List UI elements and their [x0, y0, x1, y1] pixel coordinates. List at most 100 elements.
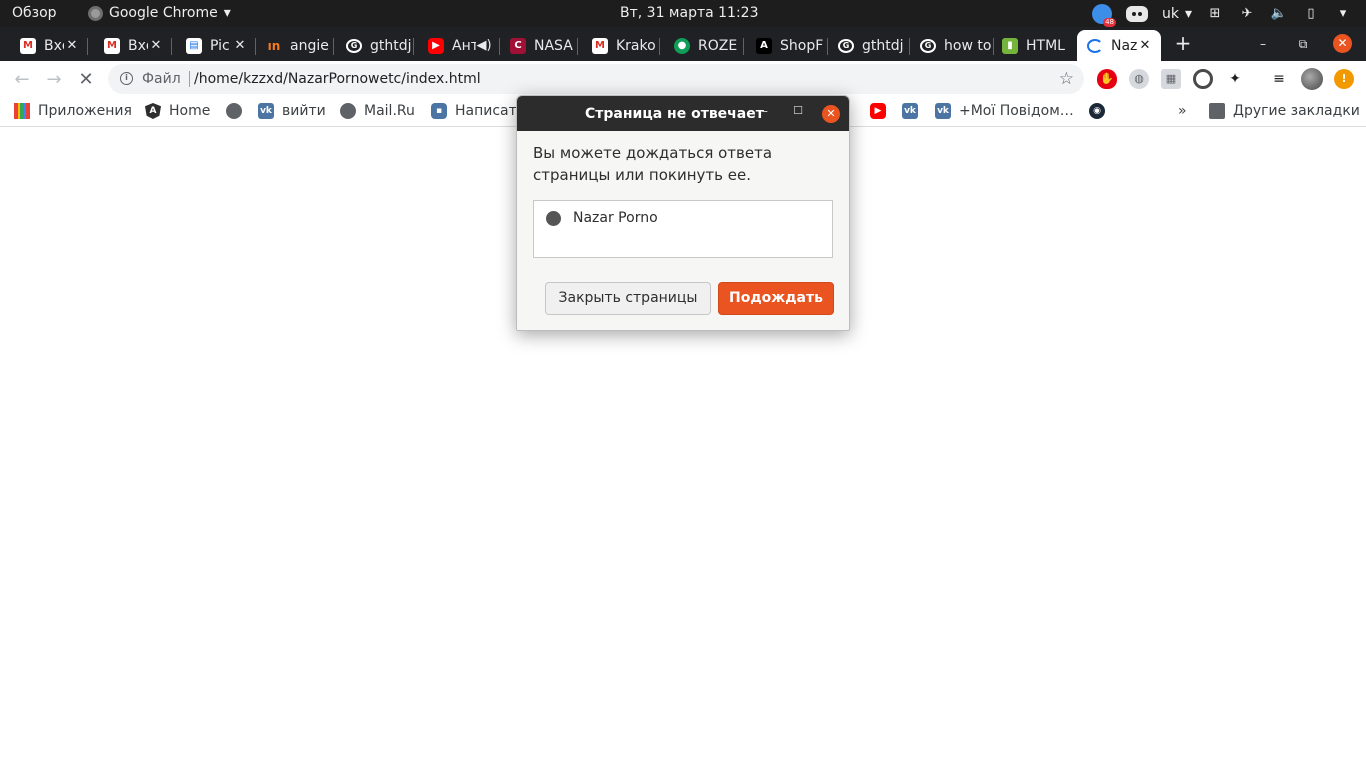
bookmark-notifications[interactable]: vk +Мої Повідом…: [935, 103, 1074, 119]
globe-icon: [226, 103, 242, 119]
tab[interactable]: A ShopF: [736, 30, 828, 61]
bookmark-logout[interactable]: vk вийти: [258, 103, 326, 119]
bookmark-other[interactable]: Другие закладки: [1209, 103, 1360, 119]
bookmark-label: »: [1178, 103, 1187, 119]
tab[interactable]: Ghow to: [900, 30, 994, 61]
wait-button[interactable]: Подождать: [718, 282, 834, 315]
bookmark-label: Другие закладки: [1233, 103, 1360, 119]
tab[interactable]: M Вхо✕: [0, 30, 88, 61]
tab[interactable]: ▶ Ант ◀): [408, 30, 500, 61]
update-warning-icon[interactable]: !: [1334, 69, 1354, 89]
bookmark-star-icon[interactable]: ☆: [1059, 69, 1074, 89]
tab[interactable]: M Вхо✕: [84, 30, 172, 61]
unresponsive-page-list: Nazar Porno: [533, 200, 833, 258]
system-tray: 48 uk ▾ ⊞ ✈ 🔈 ▯ ▾: [1091, 3, 1352, 27]
tab[interactable]: ● ROZE: [654, 30, 744, 61]
tab-close-icon[interactable]: ✕: [64, 38, 80, 53]
back-arrow-icon[interactable]: ←: [11, 69, 33, 91]
vk-icon: vk: [935, 103, 951, 119]
adblock-extension-icon[interactable]: ✋: [1097, 69, 1117, 89]
bookmarks-overflow-button[interactable]: »: [1178, 103, 1187, 119]
airplane-mode-icon[interactable]: ✈: [1238, 5, 1256, 23]
keyboard-layout-indicator[interactable]: uk ▾: [1162, 6, 1192, 22]
address-bar[interactable]: i Файл /home/kzzxd/NazarPornowetc/index.…: [108, 64, 1084, 94]
close-pages-button[interactable]: Закрыть страницы: [545, 282, 711, 315]
dark-mode-extension-icon[interactable]: [1193, 69, 1213, 89]
forward-arrow-icon[interactable]: →: [43, 69, 65, 91]
stop-loading-icon[interactable]: ✕: [75, 69, 97, 91]
green-icon: ●: [674, 37, 690, 54]
new-tab-button[interactable]: +: [1172, 33, 1194, 55]
tab[interactable]: Ggthtdj: [818, 30, 910, 61]
bookmark-apps[interactable]: Приложения: [14, 103, 132, 119]
media-control-icon[interactable]: ≡: [1269, 69, 1289, 89]
tab-title: HTML: [1026, 37, 1065, 54]
bookmark-globe[interactable]: [226, 103, 242, 119]
vk-icon: vk: [258, 103, 274, 119]
battery-icon[interactable]: ▯: [1302, 5, 1320, 23]
doc-icon: ▤: [186, 37, 202, 54]
bookmark-home[interactable]: A Home: [145, 103, 210, 119]
google-icon: G: [346, 38, 362, 53]
dialog-titlebar[interactable]: Страница не отвечает – ☐ ✕: [517, 96, 849, 131]
maximize-icon[interactable]: ☐: [790, 104, 806, 120]
clock[interactable]: Вт, 31 марта 11:23: [620, 5, 758, 21]
tab[interactable]: M Krako: [572, 30, 660, 61]
c-icon: C: [510, 37, 526, 54]
dialog-message: Вы можете дождаться ответа страницы или …: [533, 144, 773, 184]
angular-icon: A: [145, 103, 161, 119]
app-menu-label: Google Chrome: [109, 5, 218, 21]
globe-extension-icon[interactable]: ◍: [1129, 69, 1149, 89]
pattern-extension-icon[interactable]: ▦: [1161, 69, 1181, 89]
discord-icon[interactable]: [1125, 5, 1148, 22]
system-top-bar: Обзор Google Chrome ▾ Вт, 31 марта 11:23…: [0, 0, 1366, 27]
steam-icon: ◉: [1089, 103, 1105, 119]
profile-avatar[interactable]: [1301, 68, 1323, 90]
globe-icon: [340, 103, 356, 119]
address-scheme-label: Файл: [142, 71, 181, 87]
bookmark-label: вийти: [282, 103, 326, 119]
bookmark-write[interactable]: ▪ Написать: [431, 103, 525, 119]
tab[interactable]: ▮ HTML: [982, 30, 1074, 61]
tab[interactable]: Ggthtdj: [326, 30, 414, 61]
tab[interactable]: ▤ Pic ✕: [166, 30, 256, 61]
bookmark-mailru[interactable]: Mail.Ru: [340, 103, 415, 119]
minimize-icon[interactable]: –: [757, 104, 773, 120]
tab-title: Naz: [1111, 37, 1137, 54]
window-close-icon[interactable]: ✕: [1333, 34, 1352, 53]
notification-icon[interactable]: 48: [1091, 3, 1116, 27]
bookmark-vk[interactable]: vk: [902, 103, 918, 119]
bookmark-label: Mail.Ru: [364, 103, 415, 119]
folder-icon: [1209, 103, 1225, 119]
window-minimize-icon[interactable]: –: [1253, 34, 1273, 54]
chevron-down-icon: ▾: [1184, 5, 1192, 22]
page-unresponsive-dialog: Страница не отвечает – ☐ ✕ Вы можете дож…: [516, 95, 850, 331]
tab-active[interactable]: Naz ✕: [1077, 30, 1161, 61]
volume-icon[interactable]: 🔈: [1270, 5, 1288, 23]
gmail-icon: M: [592, 37, 608, 54]
system-menu-chevron-icon[interactable]: ▾: [1334, 5, 1352, 23]
activities-button[interactable]: Обзор: [12, 5, 57, 21]
chevron-down-icon: ▾: [223, 5, 231, 21]
page-item-label: Nazar Porno: [573, 210, 658, 226]
tab-close-icon[interactable]: ✕: [148, 38, 164, 53]
youtube-icon: ▶: [428, 37, 444, 54]
paw-extension-icon[interactable]: ✦: [1225, 69, 1245, 89]
app-menu[interactable]: Google Chrome ▾: [88, 5, 231, 21]
tab[interactable]: ın angie: [246, 30, 334, 61]
info-icon[interactable]: i: [120, 72, 133, 85]
window-restore-icon[interactable]: ⧉: [1293, 34, 1313, 54]
tab[interactable]: C NASA: [490, 30, 578, 61]
bookmark-youtube[interactable]: ▶: [870, 103, 886, 119]
tab-close-icon[interactable]: ✕: [1137, 38, 1153, 53]
bookmark-steam[interactable]: ◉: [1089, 103, 1105, 119]
dialog-title: Страница не отвечает: [585, 106, 764, 122]
tab-strip: MВхо✕ MВхо✕ ▤Pic✕ ınangie Ggthtdj ▶Ант◀)…: [0, 27, 1366, 61]
network-icon[interactable]: ⊞: [1206, 5, 1224, 23]
address-url[interactable]: /home/kzzxd/NazarPornowetc/index.html: [194, 71, 481, 87]
close-icon[interactable]: ✕: [822, 105, 840, 123]
a-icon: A: [756, 37, 772, 54]
youtube-icon: ▶: [870, 103, 886, 119]
html-icon: ▮: [1002, 37, 1018, 54]
gmail-icon: M: [104, 37, 120, 54]
